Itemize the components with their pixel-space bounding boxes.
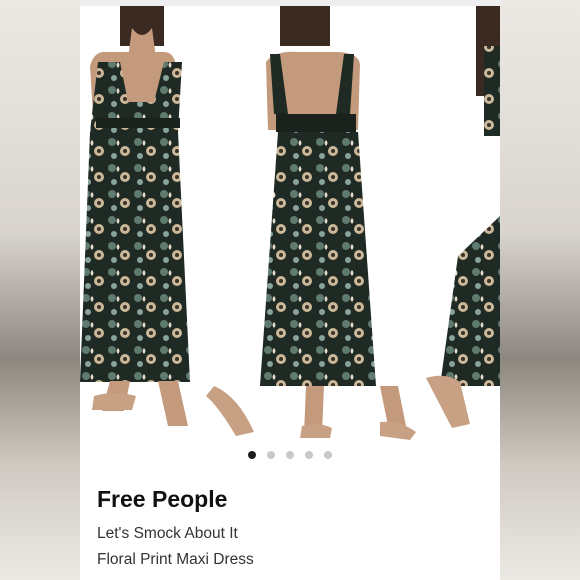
carousel-dot-4[interactable]: [305, 451, 313, 459]
listing-title-line-1: Let's Smock About It: [97, 525, 238, 542]
blurred-background-right: [500, 0, 580, 580]
product-image[interactable]: [80, 6, 500, 446]
model-front: [80, 6, 254, 436]
blurred-background-left: [0, 0, 80, 580]
model-side: [426, 6, 500, 428]
listing-title-line-2: Floral Print Maxi Dress: [97, 551, 254, 568]
brand-name[interactable]: Free People: [97, 486, 227, 513]
listing-card: Free People Let's Smock About It Floral …: [80, 0, 500, 580]
model-back: [260, 6, 416, 440]
product-photo-illustration: [80, 6, 500, 440]
carousel-indicator: [80, 446, 500, 464]
carousel-dot-3[interactable]: [286, 451, 294, 459]
carousel-dot-2[interactable]: [267, 451, 275, 459]
carousel-dot-5[interactable]: [324, 451, 332, 459]
carousel-dot-1[interactable]: [248, 451, 256, 459]
